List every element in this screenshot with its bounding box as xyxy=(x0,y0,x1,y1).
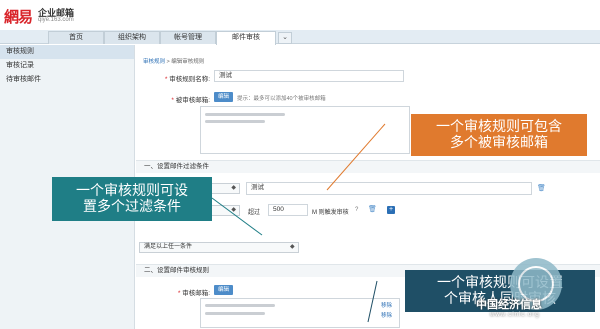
mailbox-edit-button[interactable]: 编辑 xyxy=(214,92,234,102)
trash-icon[interactable]: 🗑 xyxy=(537,184,546,192)
size-unit-label: M 则触发审核 xyxy=(312,210,349,216)
tab-account-management[interactable]: 帐号管理 xyxy=(160,31,216,44)
callout-multiple-conditions: 一个审核规则可设 置多个过滤条件 xyxy=(52,177,212,221)
audited-mailbox-list[interactable] xyxy=(200,106,410,154)
admin-page: 網易 企业邮箱 qiye.163.com 首页 组织架构 帐号管理 邮件审核 ⌄… xyxy=(0,0,600,329)
sidebar-item-pending-mail[interactable]: 待审核邮件 xyxy=(0,73,134,87)
breadcrumb: 审核规则 > 编辑审核规则 xyxy=(143,57,204,65)
dropdown-arrow-icon: ◆ xyxy=(290,244,295,250)
breadcrumb-separator: > xyxy=(166,59,170,65)
size-threshold-input[interactable]: 500 xyxy=(268,204,308,216)
section-filter-conditions: 一、设置邮件过滤条件 xyxy=(136,160,600,173)
trash-icon[interactable]: 🗑 xyxy=(368,205,377,213)
netease-logo: 網易 xyxy=(4,8,33,26)
size-operator: 超过 xyxy=(248,210,261,216)
tab-more-chevron-down-icon[interactable]: ⌄ xyxy=(278,32,292,44)
callout-multiple-mailboxes: 一个审核规则可包含 多个被审核邮箱 xyxy=(411,114,587,156)
mailbox-hint: 提示：最多可以添加40个被审核邮箱 xyxy=(237,96,326,102)
redacted-reviewer-entry xyxy=(205,312,265,315)
reviewer-edit-button[interactable]: 编辑 xyxy=(214,285,234,295)
mailbox-label: * 被审核邮箱: xyxy=(171,97,210,104)
filter-keyword-input[interactable]: 测试 xyxy=(246,182,532,195)
tab-organization[interactable]: 组织架构 xyxy=(104,31,160,44)
help-question-icon[interactable]: ? xyxy=(355,207,358,213)
breadcrumb-root-link[interactable]: 审核规则 xyxy=(143,59,165,65)
watermark-url: www.cinic.org xyxy=(490,312,540,318)
remove-reviewer-link[interactable]: 移除 xyxy=(381,301,392,309)
add-condition-plus-icon[interactable]: + xyxy=(387,206,395,214)
rule-name-label: * 审核规则名称: xyxy=(164,76,210,83)
match-mode-select[interactable]: 满足以上任一条件 xyxy=(139,242,299,253)
dropdown-arrow-icon: ◆ xyxy=(231,185,236,191)
breadcrumb-current: 编辑审核规则 xyxy=(171,59,205,65)
redacted-mailbox-entry xyxy=(205,113,285,116)
redacted-reviewer-entry xyxy=(205,304,275,307)
remove-reviewer-link[interactable]: 移除 xyxy=(381,311,392,319)
sidebar-item-audit-rules[interactable]: 审核规则 xyxy=(0,45,134,59)
watermark-text: 中国经济信息 xyxy=(476,299,542,311)
product-domain: qiye.163.com xyxy=(38,17,74,23)
dropdown-arrow-icon: ◆ xyxy=(231,207,236,213)
tab-mail-audit[interactable]: 邮件审核 xyxy=(216,31,276,45)
redacted-mailbox-entry xyxy=(205,120,265,123)
reviewer-list[interactable]: 移除 移除 xyxy=(200,298,400,328)
tab-home[interactable]: 首页 xyxy=(48,31,104,44)
main-tabbar: 首页 组织架构 帐号管理 邮件审核 ⌄ xyxy=(0,30,600,45)
rule-name-input[interactable]: 测试 xyxy=(214,70,404,82)
header: 網易 企业邮箱 qiye.163.com xyxy=(0,0,600,29)
reviewer-label: * 审核邮箱: xyxy=(177,290,210,297)
sidebar-item-audit-records[interactable]: 审核记录 xyxy=(0,59,134,73)
